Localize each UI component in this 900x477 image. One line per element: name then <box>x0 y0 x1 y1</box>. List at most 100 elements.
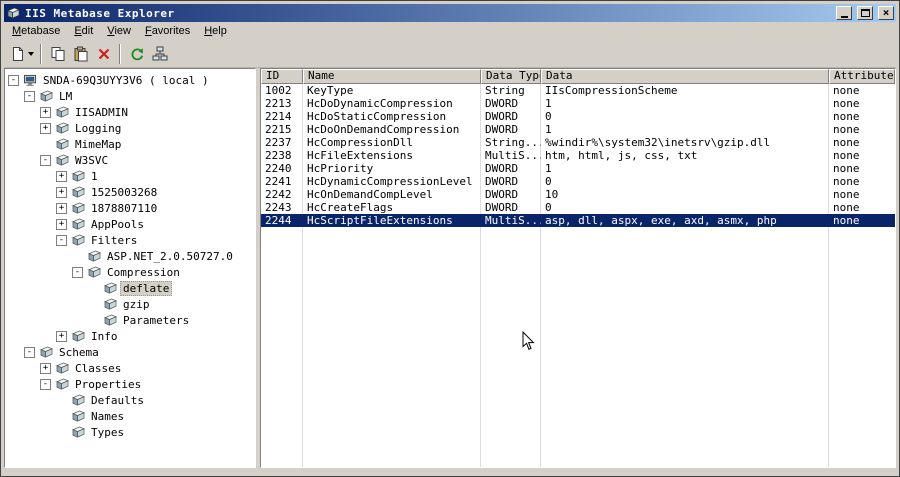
collapse-toggle[interactable]: - <box>40 378 51 390</box>
title-bar[interactable]: IIS Metabase Explorer × <box>4 4 896 22</box>
expand-toggle[interactable]: + <box>40 106 51 118</box>
dropdown-caret-icon[interactable] <box>28 52 34 56</box>
tree-item-label: 1525003268 <box>91 185 158 199</box>
maximize-button[interactable] <box>857 6 873 20</box>
tree-view[interactable]: - SNDA-69Q3UYY3V6 ( local ) - LM + IISADMIN + L… <box>4 68 256 468</box>
tree-item-mimemap[interactable]: MimeMap <box>5 136 255 152</box>
list-row-2237[interactable]: 2237 HcCompressionDll String... %windir%\sy… <box>261 136 895 149</box>
expand-toggle[interactable]: + <box>56 202 67 214</box>
tree-item-properties[interactable]: - Properties <box>5 376 255 392</box>
tree-item-1525003268[interactable]: +1525003268 <box>5 184 255 200</box>
expand-toggle[interactable]: + <box>40 122 51 134</box>
collapse-toggle[interactable]: - <box>56 234 67 246</box>
cell-id: 2243 <box>265 201 292 214</box>
collapse-toggle[interactable]: - <box>8 74 19 86</box>
menu-item-view[interactable]: View <box>100 23 138 40</box>
node-icon <box>55 362 72 374</box>
expand-toggle[interactable]: + <box>56 218 67 230</box>
expand-toggle[interactable]: + <box>40 362 51 374</box>
collapse-toggle[interactable]: - <box>24 346 35 358</box>
window-title: IIS Metabase Explorer <box>25 6 175 20</box>
expand-toggle[interactable]: + <box>56 186 67 198</box>
tree-item-types[interactable]: Types <box>5 424 255 440</box>
node-icon <box>87 266 104 278</box>
expand-toggle[interactable]: + <box>56 330 67 342</box>
new-key-icon <box>10 46 26 62</box>
paste-button[interactable] <box>69 43 92 65</box>
tree-item-gzip[interactable]: gzip <box>5 296 255 312</box>
tree-item-1[interactable]: +1 <box>5 168 255 184</box>
cell-attributes: none <box>833 84 860 97</box>
tree-item-label: deflate <box>120 280 173 296</box>
cell-data-type: DWORD <box>485 162 519 175</box>
list-row-2240[interactable]: 2240 HcPriority DWORD 1 none <box>261 162 895 175</box>
tree-item-info[interactable]: + Info <box>5 328 255 344</box>
collapse-toggle[interactable]: - <box>72 266 83 278</box>
column-header-name[interactable]: Name <box>303 69 481 84</box>
collapse-toggle[interactable]: - <box>40 154 51 166</box>
tree-item-w3svc[interactable]: - W3SVC <box>5 152 255 168</box>
tree-item-snda-69q3uyy3v6-local[interactable]: - SNDA-69Q3UYY3V6 ( local ) <box>5 72 255 88</box>
node-icon <box>71 234 88 246</box>
delete-button[interactable] <box>92 43 115 65</box>
menu-item-edit[interactable]: Edit <box>67 23 100 40</box>
list-row-2238[interactable]: 2238 HcFileExtensions MultiS... htm, html, … <box>261 149 895 162</box>
list-row-2241[interactable]: 2241 HcDynamicCompressionLevel DWORD 0 none <box>261 175 895 188</box>
tree-item-schema[interactable]: - Schema <box>5 344 255 360</box>
refresh-button[interactable] <box>125 43 148 65</box>
tree-item-defaults[interactable]: Defaults <box>5 392 255 408</box>
menu-item-help[interactable]: Help <box>197 23 234 40</box>
cell-id: 2244 <box>265 214 292 227</box>
list-row-2243[interactable]: 2243 HcCreateFlags DWORD 0 none <box>261 201 895 214</box>
tree-item-logging[interactable]: + Logging <box>5 120 255 136</box>
toolbar-separator <box>119 44 121 64</box>
list-row-2213[interactable]: 2213 HcDoDynamicCompression DWORD 1 none <box>261 97 895 110</box>
connect-button[interactable] <box>148 43 171 65</box>
minimize-button[interactable] <box>836 6 852 20</box>
column-header-attributes[interactable]: Attributes <box>829 69 895 84</box>
column-header-data[interactable]: Data <box>541 69 829 84</box>
tree-item-filters[interactable]: - Filters <box>5 232 255 248</box>
expand-toggle[interactable]: + <box>56 170 67 182</box>
cell-data: 1 <box>545 97 552 110</box>
tree-item-label: 1878807110 <box>91 201 158 215</box>
refresh-icon <box>129 46 145 62</box>
menu-bar: Metabase Edit View Favorites Help <box>4 22 896 41</box>
menu-item-metabase[interactable]: Metabase <box>5 23 67 40</box>
column-header-id[interactable]: ID <box>261 69 303 84</box>
list-row-2214[interactable]: 2214 HcDoStaticCompression DWORD 0 none <box>261 110 895 123</box>
tree-item-asp-net-2-0-50727-0[interactable]: ASP.NET_2.0.50727.0 <box>5 248 255 264</box>
node-icon <box>39 90 56 102</box>
list-row-2244[interactable]: 2244 HcScriptFileExtensions MultiS... asp, … <box>261 214 895 227</box>
list-view: ID Name Data Type Data Attributes 1002 KeyTyp… <box>260 68 896 468</box>
tree-item-compression[interactable]: - Compression <box>5 264 255 280</box>
cell-data: 0 <box>545 110 552 123</box>
column-header-data-type[interactable]: Data Type <box>481 69 541 84</box>
tree-item-lm[interactable]: - LM <box>5 88 255 104</box>
tree-item-deflate[interactable]: deflate <box>5 280 255 296</box>
tree-item-apppools[interactable]: + AppPools <box>5 216 255 232</box>
tree-item-1878807110[interactable]: +1878807110 <box>5 200 255 216</box>
list-row-1002[interactable]: 1002 KeyType String IIsCompressionScheme non… <box>261 84 895 97</box>
cell-name: HcDynamicCompressionLevel <box>307 175 473 188</box>
copy-button[interactable] <box>46 43 69 65</box>
copy-icon <box>50 46 66 62</box>
tree-item-label: Compression <box>107 265 180 279</box>
new-key-button[interactable] <box>8 43 36 65</box>
list-body[interactable]: 1002 KeyType String IIsCompressionScheme non… <box>261 84 895 467</box>
list-row-2215[interactable]: 2215 HcDoOnDemandCompression DWORD 1 none <box>261 123 895 136</box>
collapse-toggle[interactable]: - <box>24 90 35 102</box>
menu-item-favorites[interactable]: Favorites <box>138 23 197 40</box>
tree-item-iisadmin[interactable]: + IISADMIN <box>5 104 255 120</box>
cell-data: htm, html, js, css, txt <box>545 149 698 162</box>
tree-item-parameters[interactable]: Parameters <box>5 312 255 328</box>
cell-data-type: DWORD <box>485 97 519 110</box>
close-button[interactable]: × <box>878 6 894 20</box>
tree-item-classes[interactable]: + Classes <box>5 360 255 376</box>
tree-item-names[interactable]: Names <box>5 408 255 424</box>
list-row-2242[interactable]: 2242 HcOnDemandCompLevel DWORD 10 none <box>261 188 895 201</box>
connect-icon <box>152 46 168 62</box>
